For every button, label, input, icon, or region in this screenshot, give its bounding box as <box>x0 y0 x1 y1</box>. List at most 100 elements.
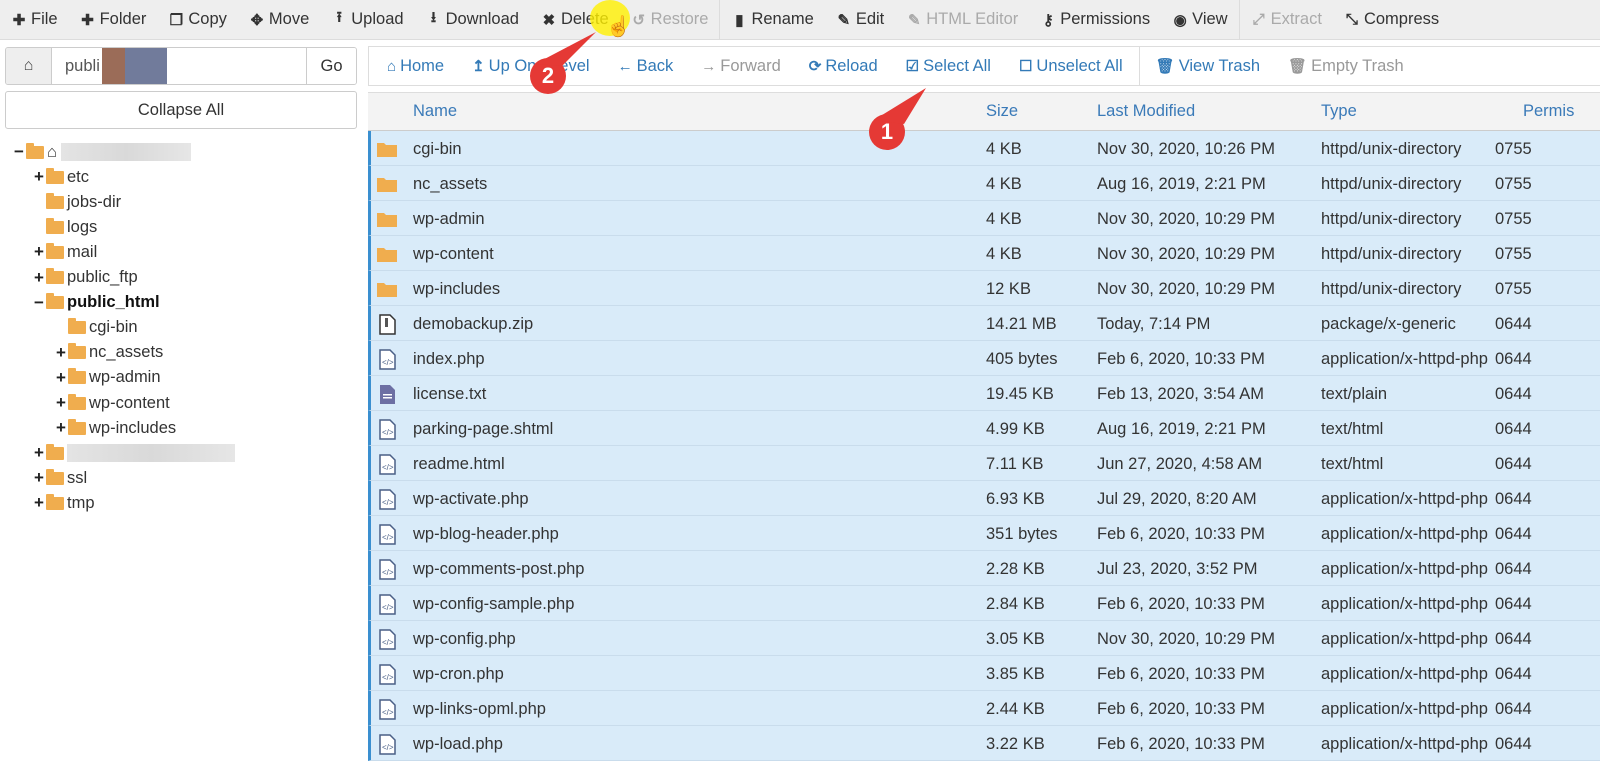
tree-item[interactable]: + <box>32 441 235 465</box>
file-modified: Aug 16, 2019, 2:21 PM <box>1097 420 1266 438</box>
column-header-permissions[interactable]: Permis <box>1523 102 1574 121</box>
tree-item[interactable]: + wp-admin <box>54 366 161 390</box>
file-size: 405 bytes <box>986 350 1058 368</box>
file-name: cgi-bin <box>413 140 462 158</box>
back-button[interactable]: ← Back <box>604 57 688 76</box>
table-row[interactable]: cgi-bin 4 KB Nov 30, 2020, 10:26 PM httpd/u… <box>368 131 1600 166</box>
trash-icon: 🗑 <box>1155 58 1175 75</box>
view-button[interactable]: ◉ View <box>1161 0 1238 40</box>
table-row[interactable]: </> wp-comments-post.php 2.28 KB Jul 23, 20… <box>368 551 1600 586</box>
key-icon: ⚷ <box>1042 11 1054 29</box>
forward-button[interactable]: → Forward <box>687 57 795 76</box>
table-row[interactable]: wp-admin 4 KB Nov 30, 2020, 10:29 PM httpd/… <box>368 201 1600 236</box>
tree-item[interactable]: + ssl <box>32 466 87 490</box>
copy-button[interactable]: ❐ Copy <box>157 0 238 40</box>
restore-button[interactable]: ↺ Restore <box>620 0 720 40</box>
extract-button[interactable]: ⤢ Extract <box>1240 0 1333 40</box>
download-button[interactable]: ⭳ Download <box>415 0 530 40</box>
expand-icon[interactable]: + <box>32 443 46 463</box>
folder-icon <box>68 393 86 410</box>
expand-icon[interactable]: + <box>54 368 68 388</box>
table-row[interactable]: demobackup.zip 14.21 MB Today, 7:14 PM pack… <box>368 306 1600 341</box>
tree-item[interactable]: + wp-includes <box>54 416 176 440</box>
tree-item[interactable]: + etc <box>32 165 89 189</box>
expand-icon[interactable]: + <box>32 242 46 262</box>
tree-item[interactable]: jobs-dir <box>32 190 121 214</box>
table-row[interactable]: </> wp-links-opml.php 2.44 KB Feb 6, 2020, … <box>368 691 1600 726</box>
expand-icon[interactable]: + <box>32 493 46 513</box>
table-row[interactable]: </> readme.html 7.11 KB Jun 27, 2020, 4:58 … <box>368 446 1600 481</box>
expand-icon[interactable]: + <box>54 418 68 438</box>
unselect-all-button[interactable]: ☐ Unselect All <box>1005 57 1137 76</box>
collapse-all-button[interactable]: Collapse All <box>5 91 357 129</box>
column-header-last-modified[interactable]: Last Modified <box>1097 102 1195 121</box>
column-header-name[interactable]: Name <box>413 102 457 121</box>
file-permissions: 0644 <box>1495 595 1532 613</box>
table-row[interactable]: license.txt 19.45 KB Feb 13, 2020, 3:54 AM… <box>368 376 1600 411</box>
table-row[interactable]: </> index.php 405 bytes Feb 6, 2020, 10:33 … <box>368 341 1600 376</box>
tree-item[interactable]: + public_ftp <box>32 266 138 290</box>
compress-button[interactable]: ⤡ Compress <box>1333 0 1450 40</box>
code-file-icon: </> <box>376 663 398 685</box>
file-permissions: 0644 <box>1495 735 1532 753</box>
file-modified: Feb 6, 2020, 10:33 PM <box>1097 525 1265 543</box>
expand-icon[interactable]: + <box>54 393 68 413</box>
view-trash-button[interactable]: 🗑 View Trash <box>1142 57 1274 76</box>
tree-item[interactable]: + wp-content <box>54 391 170 415</box>
tree-item[interactable]: − public_html <box>32 291 160 315</box>
tree-item[interactable]: + tmp <box>32 491 94 515</box>
folder-icon <box>46 192 64 209</box>
home-icon[interactable]: ⌂ <box>6 48 52 84</box>
home-button[interactable]: ⌂ Home <box>373 57 458 76</box>
file-name: wp-activate.php <box>413 490 529 508</box>
table-row[interactable]: </> wp-load.php 3.22 KB Feb 6, 2020, 10:33 … <box>368 726 1600 761</box>
folder-icon <box>46 217 64 234</box>
reload-button[interactable]: ⟳ Reload <box>795 57 892 76</box>
table-row[interactable]: </> wp-config-sample.php 2.84 KB Feb 6, 202… <box>368 586 1600 621</box>
file-name: wp-blog-header.php <box>413 525 559 543</box>
folder-icon <box>376 208 398 230</box>
table-row[interactable]: wp-includes 12 KB Nov 30, 2020, 10:29 PM ht… <box>368 271 1600 306</box>
tree-item-label: nc_assets <box>89 343 164 362</box>
folder-icon <box>68 368 86 385</box>
file-modified: Feb 6, 2020, 10:33 PM <box>1097 350 1265 368</box>
select-all-button[interactable]: ☑ Select All <box>892 57 1005 76</box>
file-button[interactable]: ✚ File <box>0 0 69 40</box>
table-row[interactable]: </> wp-blog-header.php 351 bytes Feb 6, 202… <box>368 516 1600 551</box>
tree-item-label: mail <box>67 242 98 261</box>
upload-button[interactable]: ⭱ Upload <box>320 0 414 40</box>
table-row[interactable]: </> wp-activate.php 6.93 KB Jul 29, 2020, 8… <box>368 481 1600 516</box>
expand-icon[interactable]: + <box>32 268 46 288</box>
expand-icon[interactable]: + <box>32 468 46 488</box>
table-row[interactable]: </> wp-config.php 3.05 KB Nov 30, 2020, 10:… <box>368 621 1600 656</box>
tree-item[interactable]: logs <box>32 215 97 239</box>
collapse-icon[interactable]: − <box>12 142 26 162</box>
svg-text:</>: </> <box>382 358 394 367</box>
tree-item[interactable]: cgi-bin <box>54 316 138 340</box>
edit-button[interactable]: ✎ Edit <box>825 0 895 40</box>
folder-icon <box>68 318 86 335</box>
back-label: Back <box>636 56 674 75</box>
path-input[interactable] <box>52 48 306 84</box>
folder-icon <box>376 173 398 195</box>
move-button[interactable]: ✥ Move <box>238 0 320 40</box>
go-button[interactable]: Go <box>306 48 356 84</box>
tree-item[interactable]: + nc_assets <box>54 341 163 365</box>
tree-item[interactable]: − ⌂ <box>12 140 191 164</box>
column-header-size[interactable]: Size <box>986 102 1018 121</box>
table-row[interactable]: </> parking-page.shtml 4.99 KB Aug 16, 2019… <box>368 411 1600 446</box>
column-header-type[interactable]: Type <box>1321 102 1357 121</box>
expand-icon[interactable]: + <box>32 167 46 187</box>
folder-button[interactable]: ✚ Folder <box>69 0 158 40</box>
table-row[interactable]: </> wp-cron.php 3.85 KB Feb 6, 2020, 10:33 … <box>368 656 1600 691</box>
expand-icon[interactable]: + <box>54 343 68 363</box>
folder-label: Folder <box>99 10 147 28</box>
table-row[interactable]: nc_assets 4 KB Aug 16, 2019, 2:21 PM httpd/… <box>368 166 1600 201</box>
collapse-icon[interactable]: − <box>32 293 46 313</box>
table-row[interactable]: wp-content 4 KB Nov 30, 2020, 10:29 PM http… <box>368 236 1600 271</box>
tree-item[interactable]: + mail <box>32 240 97 264</box>
html-editor-button[interactable]: ✎ HTML Editor <box>895 0 1029 40</box>
permissions-button[interactable]: ⚷ Permissions <box>1029 0 1161 40</box>
rename-button[interactable]: ▮ Rename <box>720 0 824 40</box>
empty-trash-button[interactable]: 🗑 Empty Trash <box>1274 57 1418 76</box>
